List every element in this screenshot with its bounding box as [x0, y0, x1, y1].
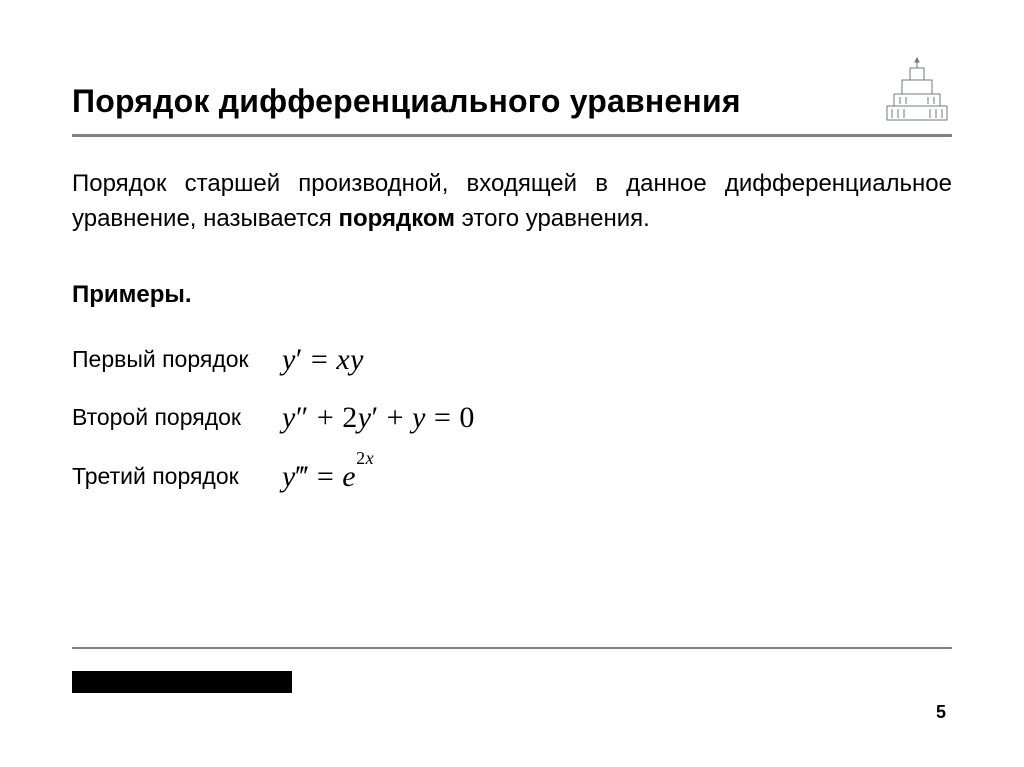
- example-label-1: Первый порядок: [72, 346, 282, 373]
- example-row-2: Второй порядок y″ + 2y′ + y = 0: [72, 401, 952, 435]
- examples-heading: Примеры.: [72, 281, 952, 309]
- slide-body: Порядок старшей производной, входящей в …: [72, 167, 952, 494]
- examples-list: Первый порядок y′ = xy Второй порядок y″…: [72, 343, 952, 494]
- examples-label-dot: .: [185, 281, 192, 308]
- example-label-2: Второй порядок: [72, 404, 282, 431]
- example-label-3: Третий порядок: [72, 463, 282, 490]
- definition-bold-term: порядком: [338, 205, 455, 232]
- footer-black-bar: [72, 671, 292, 693]
- example-row-1: Первый порядок y′ = xy: [72, 343, 952, 377]
- msu-building-icon: [882, 56, 952, 126]
- examples-label-text: Примеры: [72, 281, 185, 308]
- divider-top: [72, 134, 952, 137]
- definition-post: этого уравнения.: [455, 205, 650, 232]
- divider-bottom: [72, 647, 952, 649]
- example-formula-2: y″ + 2y′ + y = 0: [282, 401, 475, 435]
- slide: Порядок дифференциального уравнения: [0, 0, 1024, 767]
- definition-text: Порядок старшей производной, входящей в …: [72, 167, 952, 237]
- slide-title: Порядок дифференциального уравнения: [72, 83, 741, 120]
- page-number: 5: [936, 702, 946, 723]
- header-row: Порядок дифференциального уравнения: [72, 56, 952, 130]
- example-formula-3: y‴ = e2x: [282, 459, 374, 494]
- example-row-3: Третий порядок y‴ = e2x: [72, 459, 952, 494]
- example-formula-1: y′ = xy: [282, 343, 364, 377]
